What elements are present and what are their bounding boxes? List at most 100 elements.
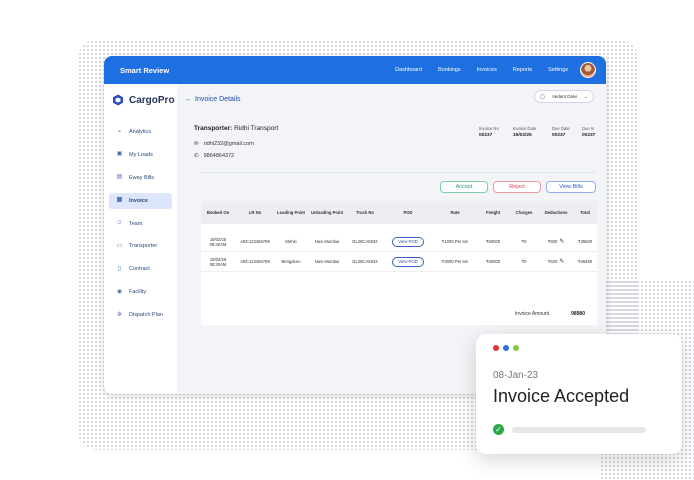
invoice-icon: ▦ (116, 197, 123, 204)
table-cell: ₹60000 (485, 259, 501, 264)
nav-dashboard[interactable]: Dashboard (395, 67, 422, 73)
meta-due-in: Due In 00237 (582, 126, 595, 138)
table-cell: ₹46480 (577, 259, 593, 264)
transporter-info: Transporter: Ridhi Transport (194, 125, 278, 132)
document-icon: ▤ (116, 174, 123, 181)
divider (199, 172, 596, 173)
sidebar-item-analytics[interactable]: ⌁ Analytics (109, 124, 172, 140)
brand-name: CargoPro (129, 94, 175, 106)
meta-value: 00237 (479, 133, 493, 138)
sidebar-item-facility[interactable]: ◉ Facility (109, 284, 172, 300)
sidebar-item-label: Analytics (129, 129, 152, 135)
column-header: POD (403, 210, 413, 215)
meta-value: 19/02/25 (513, 133, 532, 138)
table-cell: Navi Mumbai (314, 239, 340, 244)
logo: CargoPro (104, 84, 177, 106)
avatar[interactable] (580, 62, 596, 78)
sidebar: CargoPro ⌁ Analytics ▣ My Loads ▤ Eway B… (104, 84, 177, 394)
meta-label: Due In (582, 126, 595, 131)
sidebar-item-label: Facility (129, 289, 147, 296)
phone-icon: ✆ (194, 153, 199, 159)
transporter-label: Transporter: (194, 125, 233, 132)
meta-label: Invoice Date (513, 126, 537, 131)
column-header: Rate (450, 210, 460, 215)
column-header: Freight (485, 210, 501, 215)
phone: 9864864372 (203, 153, 235, 159)
team-icon: ☺ (116, 220, 123, 227)
invoice-amount-value: 98980 (571, 311, 585, 317)
table-cell: Navi Mumbai (314, 259, 340, 264)
meta-value: 00237 (582, 133, 596, 138)
table-cell: Bengaluru (281, 259, 301, 264)
table-cell: ₹500 ✎ (539, 239, 573, 245)
notification-title: Invoice Accepted (493, 386, 630, 406)
table-cell: ₹1000 Per ton (441, 239, 469, 244)
column-header: Unloading Point (310, 210, 344, 215)
user-icon: ◯ (540, 93, 546, 99)
table-cell: 19/02/25 08:30AM (209, 236, 227, 247)
green-dot (513, 345, 519, 351)
table-cell: ABC123456789 (240, 239, 270, 244)
sidebar-item-transporter[interactable]: ▭ Transporter (109, 238, 172, 254)
sidebar-item-label: Dispatch Plan (129, 312, 163, 319)
column-header: Total (580, 210, 590, 215)
truck-icon: ▭ (116, 242, 123, 249)
view-pod-button[interactable]: View POD (392, 256, 424, 267)
sidebar-item-contract[interactable]: ▯ Contract (109, 261, 172, 277)
check-icon: ✓ (493, 424, 504, 435)
red-dot (493, 345, 499, 351)
back-link[interactable]: ← Invoice Details (185, 96, 241, 103)
column-header: LR No (248, 210, 262, 215)
arrow-left-icon: ← (185, 96, 192, 103)
meta-invoice-no: Invoice No 00237 (479, 126, 499, 138)
table-row: 19/02/25 08:30AM ABC123456789 Mehsi Navi Mu… (201, 232, 597, 252)
column-header: Charges (515, 210, 533, 215)
view-bills-button[interactable]: View Bills (546, 181, 596, 193)
meta-value: 00237 (552, 133, 566, 138)
sidebar-item-invoice[interactable]: ▦ Invoice (109, 192, 172, 209)
edit-icon[interactable]: ✎ (559, 259, 564, 265)
reject-button[interactable]: Reject (493, 181, 541, 193)
table-cell: 19/02/25 08:30AM (209, 256, 227, 267)
nav-invoices[interactable]: Invoices (477, 67, 497, 73)
notification-date: 08-Jan-23 (493, 370, 539, 381)
blue-dot (503, 345, 509, 351)
table-cell: ABC123456789 (240, 259, 270, 264)
nav-reports[interactable]: Reports (513, 67, 532, 73)
meta-label: Invoice No (479, 126, 499, 131)
edit-icon[interactable]: ✎ (559, 239, 564, 245)
meta-due-date: Due Date 00237 (552, 126, 570, 138)
sidebar-item-label: Team (129, 220, 143, 227)
sidebar-item-team[interactable]: ☺ Team (109, 216, 172, 232)
app-title: Smart Review (120, 65, 170, 75)
table-cell: View POD (383, 256, 433, 267)
notification-card: 08-Jan-23 Invoice Accepted ✓ (476, 334, 682, 454)
chart-icon: ⌁ (117, 128, 122, 135)
transporter-name: Ridhi Transport (234, 125, 279, 132)
deduction-value: ₹520 (547, 258, 558, 264)
top-bar: Smart Review Dashboard Bookings Invoices… (104, 56, 606, 84)
view-pod-button[interactable]: View POD (392, 236, 424, 247)
table-cell: ₹3000 Per ton (441, 259, 469, 264)
window-dots (493, 345, 519, 351)
sidebar-item-eway-bills[interactable]: ▤ Eway Bills (109, 170, 172, 186)
user-name: Vedant Dalvi (551, 94, 578, 99)
sidebar-item-label: Eway Bills (129, 174, 155, 181)
table-cell: ₹0 (521, 239, 527, 244)
box-icon: ▣ (116, 151, 123, 158)
accept-button[interactable]: Accept (440, 181, 488, 193)
table-cell: Mehsi (285, 239, 297, 244)
invoice-amount-row: Invoice Amount 98980 (515, 311, 585, 317)
nav-settings[interactable]: Settings (548, 67, 568, 73)
cube-logo-icon (113, 94, 123, 106)
nav-bookings[interactable]: Bookings (438, 67, 461, 73)
table-cell: ₹520 ✎ (539, 259, 573, 265)
user-dropdown[interactable]: ◯ Vedant Dalvi ⌄ (534, 90, 594, 103)
sidebar-item-label: Contract (129, 266, 150, 273)
table-cell: DL25CA5533 (352, 259, 378, 264)
table-cell: View POD (383, 236, 433, 247)
sidebar-item-my-loads[interactable]: ▣ My Loads (109, 147, 172, 163)
sidebar-item-dispatch-plan[interactable]: ✲ Dispatch Plan (109, 307, 172, 323)
table-spacer (201, 224, 597, 232)
meta-label: Due Date (552, 126, 570, 131)
